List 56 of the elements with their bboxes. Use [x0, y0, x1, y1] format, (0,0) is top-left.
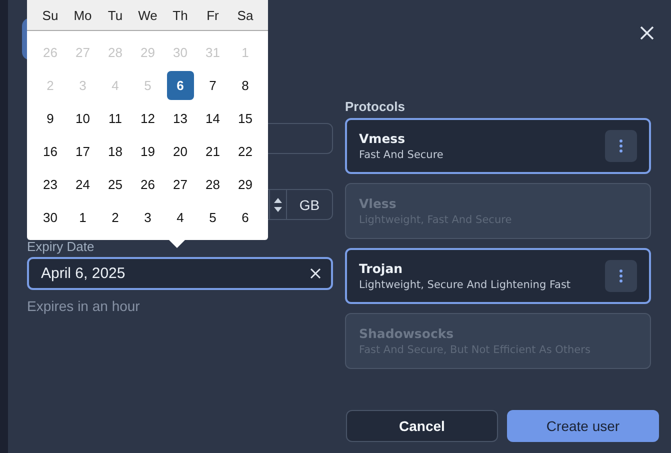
protocol-description: Lightweight, Secure And Lightening Fast: [359, 279, 571, 291]
calendar-day[interactable]: 28: [200, 170, 226, 199]
unit-label: GB: [286, 190, 332, 219]
cancel-button[interactable]: Cancel: [346, 410, 498, 442]
calendar-day[interactable]: 20: [167, 137, 194, 166]
calendar-day[interactable]: 13: [167, 104, 194, 133]
field-label: Expiry Date: [27, 239, 94, 255]
calendar-day[interactable]: 27: [167, 170, 194, 199]
helper-text: Expires in an hour: [27, 298, 141, 314]
calendar-day[interactable]: 16: [37, 137, 64, 166]
calendar-day[interactable]: 23: [37, 170, 64, 199]
section-title: Protocols: [345, 99, 406, 114]
calendar-day[interactable]: 1: [70, 203, 96, 232]
calendar-day[interactable]: 4: [167, 203, 194, 232]
protocol-card[interactable]: Vmess Fast And Secure: [345, 118, 651, 174]
more-button[interactable]: [605, 130, 637, 162]
calendar-day[interactable]: 12: [134, 104, 161, 133]
calendar-day[interactable]: 2: [102, 203, 128, 232]
calendar-day[interactable]: 15: [232, 104, 258, 133]
create-button[interactable]: Create user: [507, 410, 659, 442]
weekday-label: We: [137, 8, 158, 22]
calendar-day[interactable]: 6: [167, 71, 194, 100]
calendar-day[interactable]: 22: [232, 137, 258, 166]
calendar-day[interactable]: 9: [37, 104, 64, 133]
protocol-card[interactable]: Trojan Lightweight, Secure And Lightening Fast: [345, 248, 651, 304]
calendar-day[interactable]: 7: [200, 71, 226, 100]
calendar-day[interactable]: 11: [102, 104, 128, 133]
weekday-label: Sa: [236, 8, 254, 22]
protocol-name: Trojan: [359, 261, 404, 276]
date-field[interactable]: April 6, 2025: [27, 257, 333, 290]
calendar-day[interactable]: 17: [70, 137, 96, 166]
protocol-name: Vmess: [359, 131, 406, 146]
protocol-description: Fast And Secure: [359, 149, 444, 161]
calendar-day[interactable]: 29: [232, 170, 258, 199]
calendar-day[interactable]: 6: [232, 203, 258, 232]
calendar-day[interactable]: 10: [70, 104, 96, 133]
weekday-label: Su: [41, 8, 60, 22]
calendar-day[interactable]: 25: [102, 170, 128, 199]
calendar-day[interactable]: 8: [232, 71, 258, 100]
more-icon: [619, 139, 623, 153]
calendar-day[interactable]: 5: [200, 203, 226, 232]
weekday-label: Th: [172, 8, 189, 22]
calendar-day[interactable]: 3: [134, 203, 161, 232]
calendar-day[interactable]: 24: [70, 170, 96, 199]
calendar-day[interactable]: 30: [37, 203, 64, 232]
weekday-label: Tu: [106, 8, 124, 22]
weekday-label: Mo: [72, 8, 93, 22]
calendar-day[interactable]: 19: [134, 137, 161, 166]
weekday-label: Fr: [206, 8, 220, 22]
more-button[interactable]: [605, 260, 637, 292]
calendar-day[interactable]: 21: [200, 137, 226, 166]
clear-icon[interactable]: [310, 268, 321, 279]
calendar-day[interactable]: 26: [134, 170, 161, 199]
calendar-day[interactable]: 14: [200, 104, 226, 133]
calendar-day[interactable]: 18: [102, 137, 128, 166]
more-icon: [619, 269, 623, 283]
